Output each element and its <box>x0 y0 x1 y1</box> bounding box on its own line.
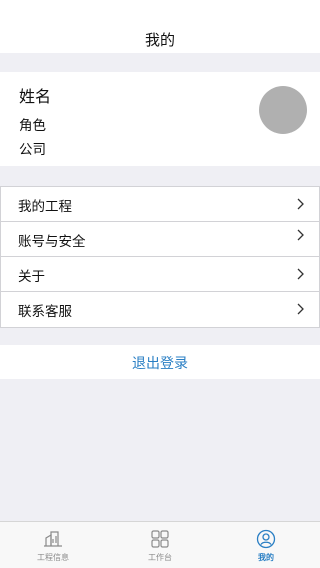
menu-item-label: 账号与安全 <box>18 234 86 250</box>
logout-button[interactable]: 退出登录 <box>0 345 320 379</box>
profile-company: 公司 <box>19 142 46 158</box>
chevron-right-icon <box>297 229 304 241</box>
tab-mine[interactable]: 我的 <box>213 522 319 568</box>
avatar[interactable] <box>259 86 307 134</box>
profile-card[interactable]: 姓名 角色 公司 <box>0 72 320 166</box>
tab-label: 工作台 <box>148 553 172 562</box>
chevron-right-icon <box>297 268 304 280</box>
tab-label: 工程信息 <box>37 553 69 562</box>
page-title: 我的 <box>144 31 175 49</box>
tab-bar: 工程信息 工作台 我的 <box>0 521 320 568</box>
chevron-right-icon <box>297 303 304 315</box>
settings-menu: 我的工程 账号与安全 关于 联系客服 <box>0 186 320 328</box>
nav-bar: 我的 <box>0 0 320 53</box>
tab-workbench[interactable]: 工作台 <box>107 522 213 568</box>
menu-item-customer-service[interactable]: 联系客服 <box>0 291 320 328</box>
profile-name: 姓名 <box>19 87 52 106</box>
menu-item-label: 联系客服 <box>18 304 72 320</box>
tab-project-info[interactable]: 工程信息 <box>0 522 106 568</box>
profile-role: 角色 <box>19 118 46 134</box>
building-chart-icon <box>44 531 62 547</box>
menu-item-label: 我的工程 <box>18 199 72 215</box>
menu-item-label: 关于 <box>18 269 45 285</box>
menu-item-my-projects[interactable]: 我的工程 <box>0 186 320 222</box>
logout-label: 退出登录 <box>132 356 188 372</box>
tab-label: 我的 <box>258 553 274 562</box>
menu-item-account-security[interactable]: 账号与安全 <box>0 221 320 257</box>
menu-item-about[interactable]: 关于 <box>0 256 320 292</box>
person-icon <box>256 529 276 549</box>
chevron-right-icon <box>297 198 304 210</box>
grid-icon <box>151 530 169 548</box>
